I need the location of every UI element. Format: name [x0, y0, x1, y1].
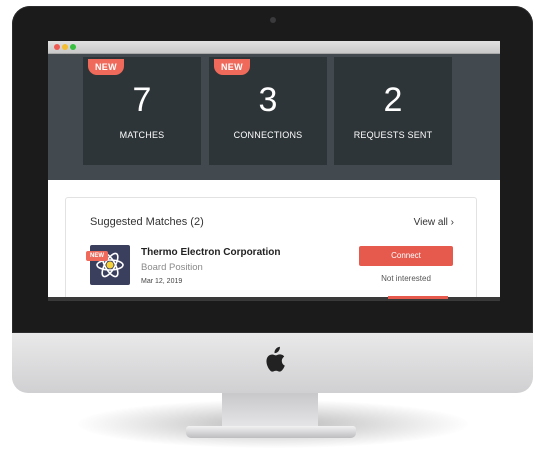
view-all-link[interactable]: View all ›	[414, 217, 454, 228]
window-titlebar	[48, 41, 500, 54]
not-interested-link[interactable]: Not interested	[359, 274, 453, 283]
panel-title: Suggested Matches (2)	[90, 216, 204, 228]
camera-dot	[270, 17, 276, 23]
suggested-matches-panel: Suggested Matches (2) View all › NEW The…	[65, 197, 477, 301]
zoom-window-icon[interactable]	[70, 44, 76, 50]
monitor-stand-base	[186, 426, 356, 438]
stat-card-requests-sent[interactable]: 2 REQUESTS SENT	[334, 57, 452, 165]
stat-card-matches[interactable]: NEW 7 MATCHES	[83, 57, 201, 165]
company-name[interactable]: Thermo Electron Corporation	[141, 247, 280, 258]
connect-button[interactable]: Connect	[359, 246, 453, 266]
new-badge: NEW	[88, 59, 124, 75]
stat-number: 2	[383, 81, 403, 119]
stat-label: REQUESTS SENT	[353, 130, 433, 140]
minimize-window-icon[interactable]	[62, 44, 68, 50]
stat-number: 7	[132, 81, 152, 119]
app-window: NEW 7 MATCHES NEW 3 CONNECTIONS 2 REQUES…	[48, 41, 500, 301]
close-window-icon[interactable]	[54, 44, 60, 50]
position-title: Board Position	[141, 262, 203, 273]
stat-number: 3	[258, 81, 278, 119]
stats-header: NEW 7 MATCHES NEW 3 CONNECTIONS 2 REQUES…	[48, 54, 500, 180]
stat-card-connections[interactable]: NEW 3 CONNECTIONS	[209, 57, 327, 165]
apple-logo-icon	[266, 346, 285, 372]
stat-label: CONNECTIONS	[233, 130, 303, 140]
match-date: Mar 12, 2019	[141, 278, 183, 285]
stat-label: MATCHES	[119, 130, 165, 140]
new-badge: NEW	[214, 59, 250, 75]
new-badge: NEW	[86, 251, 108, 261]
next-connect-button-edge	[388, 296, 448, 299]
monitor-stand-neck	[222, 393, 318, 429]
